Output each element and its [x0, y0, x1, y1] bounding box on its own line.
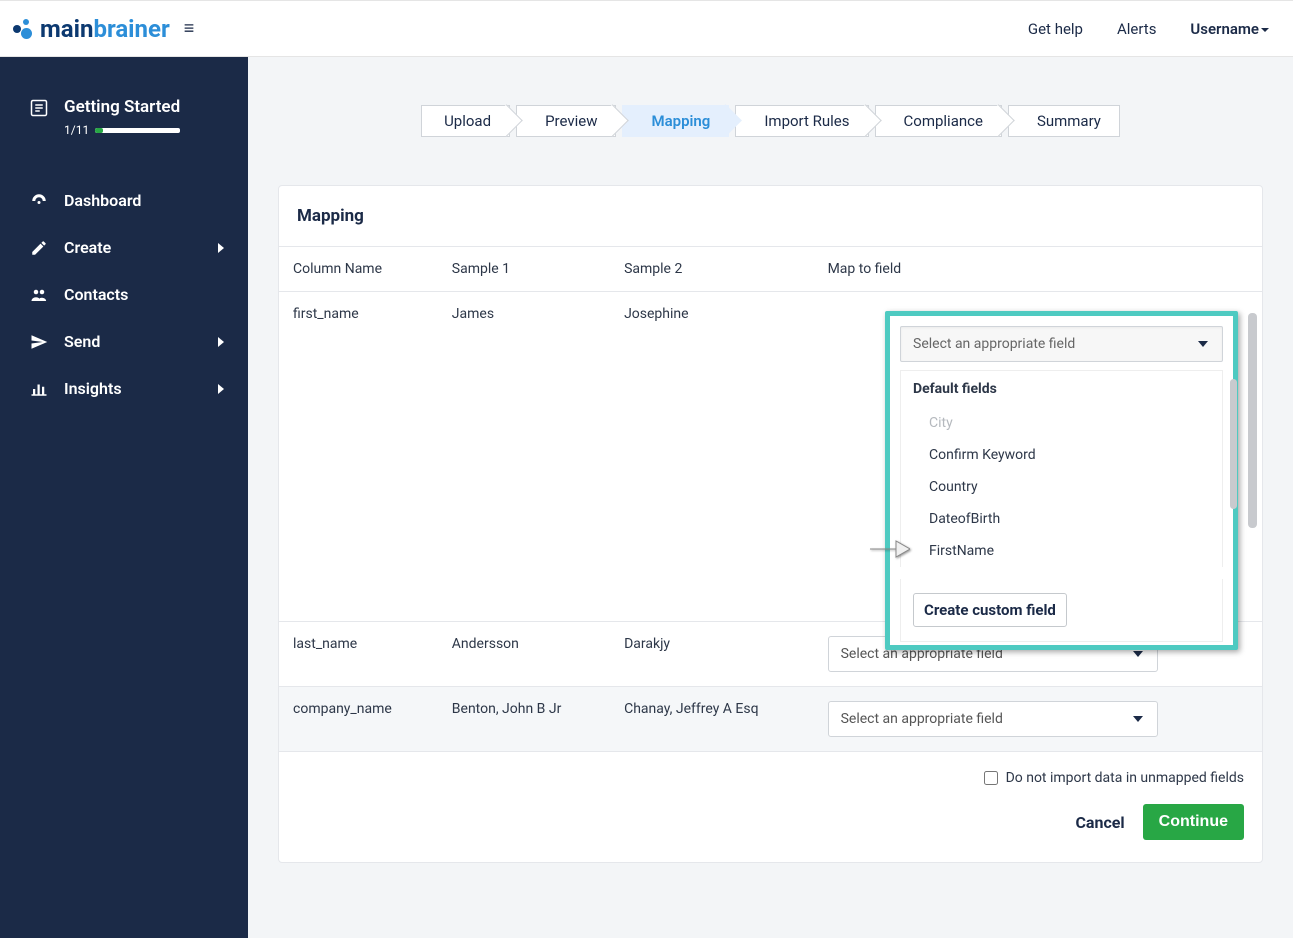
card-title: Mapping	[279, 186, 1262, 246]
cell-sample2: Chanay, Jeffrey A Esq	[610, 687, 814, 752]
logo-text-main: main	[40, 15, 93, 43]
dropdown-option-country[interactable]: Country	[901, 471, 1222, 503]
step-compliance[interactable]: Compliance	[875, 105, 1002, 137]
chevron-right-icon	[218, 337, 224, 347]
sidebar-item-label: Create	[64, 238, 111, 257]
getting-started-title: Getting Started	[64, 97, 180, 117]
col-sample1: Sample 1	[438, 247, 610, 292]
chevron-right-icon	[218, 384, 224, 394]
sidebar-item-label: Contacts	[64, 285, 128, 304]
cell-column-name: company_name	[279, 687, 438, 752]
pencil-icon	[30, 239, 48, 257]
map-field-select[interactable]: Select an appropriate field	[828, 701, 1158, 737]
table-row: company_name Benton, John B Jr Chanay, J…	[279, 687, 1262, 752]
checklist-icon	[30, 99, 48, 117]
dropdown-option-confirm-keyword[interactable]: Confirm Keyword	[901, 439, 1222, 471]
username-label: Username	[1190, 20, 1259, 38]
hamburger-icon[interactable]: ≡	[184, 20, 195, 38]
dropdown-select[interactable]: Select an appropriate field	[900, 326, 1223, 362]
unmapped-checkbox-row[interactable]: Do not import data in unmapped fields	[984, 770, 1244, 786]
sidebar-item-label: Dashboard	[64, 191, 141, 210]
cell-sample1: Benton, John B Jr	[438, 687, 610, 752]
card-footer: Do not import data in unmapped fields Ca…	[279, 751, 1262, 862]
insights-icon	[30, 380, 48, 398]
dropdown-option-firstname[interactable]: FirstName	[901, 535, 1222, 567]
stepper: UploadPreviewMappingImport RulesComplian…	[278, 105, 1263, 137]
sidebar: Getting Started 1/11 Dashboard Create Co…	[0, 57, 248, 938]
cell-sample2: Josephine	[610, 292, 814, 622]
dropdown-scrollbar[interactable]	[1230, 379, 1237, 509]
dropdown-footer: Create custom field	[900, 579, 1223, 642]
cell-column-name: first_name	[279, 292, 438, 622]
step-mapping[interactable]: Mapping	[622, 105, 729, 137]
chevron-down-icon	[1133, 716, 1143, 722]
sidebar-item-send[interactable]: Send	[0, 318, 248, 365]
chevron-down-icon	[1261, 28, 1269, 32]
sidebar-item-label: Send	[64, 332, 100, 351]
sidebar-item-label: Insights	[64, 379, 122, 398]
sidebar-item-insights[interactable]: Insights	[0, 365, 248, 412]
step-upload[interactable]: Upload	[421, 105, 510, 137]
username-menu[interactable]: Username	[1190, 20, 1269, 38]
unmapped-checkbox-label: Do not import data in unmapped fields	[1006, 770, 1244, 786]
col-map-to-field: Map to field	[814, 247, 1262, 292]
cell-column-name: last_name	[279, 622, 438, 687]
dropdown-option-city: City	[901, 407, 1222, 439]
cell-sample1: James	[438, 292, 610, 622]
col-sample2: Sample 2	[610, 247, 814, 292]
getting-started[interactable]: Getting Started 1/11	[0, 97, 248, 137]
dropdown-group-label: Default fields	[901, 371, 1222, 407]
sidebar-item-dashboard[interactable]: Dashboard	[0, 177, 248, 224]
top-header: mainbrainer ≡ Get help Alerts Username	[0, 0, 1293, 57]
contacts-icon	[30, 286, 48, 304]
sidebar-item-contacts[interactable]: Contacts	[0, 271, 248, 318]
send-icon	[30, 333, 48, 351]
cell-sample2: Darakjy	[610, 622, 814, 687]
step-summary[interactable]: Summary	[1008, 105, 1120, 137]
main-scrollbar[interactable]	[1248, 313, 1257, 528]
cell-sample1: Andersson	[438, 622, 610, 687]
dropdown-option-dateofbirth[interactable]: DateofBirth	[901, 503, 1222, 535]
chevron-down-icon	[1133, 651, 1143, 657]
create-custom-field-button[interactable]: Create custom field	[913, 593, 1067, 627]
alerts-link[interactable]: Alerts	[1117, 20, 1157, 38]
map-field-dropdown: Select an appropriate field Default fiel…	[885, 311, 1238, 650]
get-help-link[interactable]: Get help	[1028, 20, 1083, 38]
top-nav: Get help Alerts Username	[998, 19, 1269, 38]
logo-text-brainer: brainer	[93, 15, 169, 43]
pointer-arrow-icon	[870, 538, 910, 560]
dropdown-placeholder: Select an appropriate field	[913, 336, 1075, 352]
continue-button[interactable]: Continue	[1143, 804, 1244, 840]
chevron-right-icon	[218, 243, 224, 253]
logo[interactable]: mainbrainer	[10, 15, 170, 43]
sidebar-item-create[interactable]: Create	[0, 224, 248, 271]
logo-dots-icon	[10, 17, 34, 41]
step-preview[interactable]: Preview	[516, 105, 616, 137]
col-column-name: Column Name	[279, 247, 438, 292]
step-import-rules[interactable]: Import Rules	[735, 105, 868, 137]
chevron-down-icon	[1198, 341, 1208, 347]
getting-started-progress-bar	[95, 128, 180, 133]
dropdown-body: Default fields City Confirm Keyword Coun…	[900, 370, 1223, 567]
unmapped-checkbox[interactable]	[984, 771, 998, 785]
dashboard-icon	[30, 192, 48, 210]
getting-started-progress-text: 1/11	[64, 123, 89, 137]
cancel-button[interactable]: Cancel	[1075, 813, 1124, 832]
select-placeholder: Select an appropriate field	[841, 711, 1003, 727]
